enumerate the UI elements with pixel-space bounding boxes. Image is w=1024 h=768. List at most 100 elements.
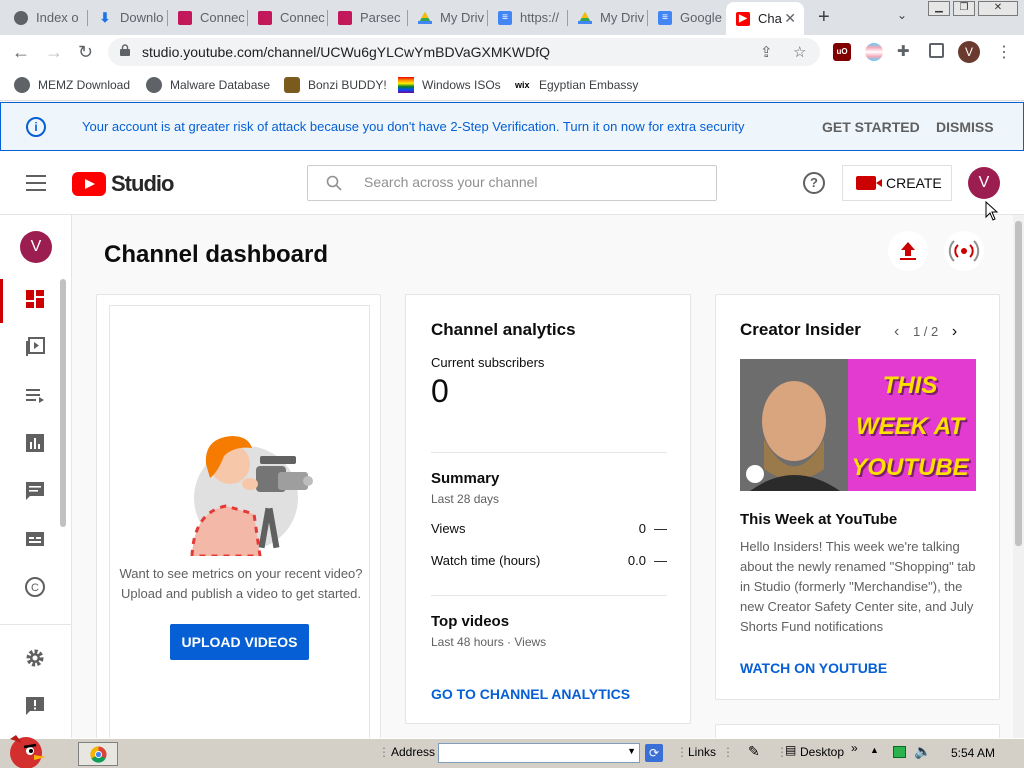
more-menu-icon[interactable]: ⋮: [996, 42, 1012, 62]
lock-icon: [120, 44, 130, 56]
globe-icon: [146, 77, 162, 93]
channel-avatar[interactable]: V: [20, 231, 52, 263]
bookmark-egyptian-embassy[interactable]: wix Egyptian Embassy: [515, 77, 638, 93]
copyright-icon[interactable]: C: [24, 576, 46, 598]
search-icon: [326, 175, 342, 191]
chevron-right-icon[interactable]: ›: [952, 323, 957, 340]
dashboard-icon[interactable]: [24, 288, 46, 310]
tab-label: Cha: [758, 11, 782, 26]
youtube-studio-logo[interactable]: Studio: [72, 171, 174, 197]
search-input[interactable]: [364, 174, 694, 190]
upload-video-inner: Want to see metrics on your recent video…: [109, 305, 370, 738]
watch-time-trend: —: [654, 553, 667, 568]
ublock-origin-icon[interactable]: uO: [833, 43, 851, 61]
pager-text: 1 / 2: [912, 324, 939, 339]
content-icon[interactable]: [24, 336, 46, 358]
scrollbar-thumb[interactable]: [1015, 221, 1022, 546]
browser-tab[interactable]: My Driv: [408, 4, 488, 31]
puzzle-extensions-icon[interactable]: ✚: [897, 43, 915, 61]
toolbar-grip: ⋮: [676, 745, 688, 759]
url-text[interactable]: studio.youtube.com/channel/UCWu6gYLCwYmB…: [142, 44, 550, 60]
main-scrollbar[interactable]: [1013, 215, 1024, 738]
go-refresh-icon[interactable]: ⟳: [645, 744, 663, 762]
notepad-icon[interactable]: ✎: [748, 743, 760, 760]
views-trend: —: [654, 521, 667, 536]
upload-button[interactable]: [888, 231, 928, 271]
sidebar-scrollbar[interactable]: [60, 279, 66, 527]
bookmark-bonzi-buddy[interactable]: Bonzi BUDDY!: [284, 77, 387, 93]
divider: [431, 595, 667, 596]
extension-flag-icon[interactable]: [865, 43, 883, 61]
go-to-channel-analytics-link[interactable]: GO TO CHANNEL ANALYTICS: [431, 686, 630, 702]
bookmark-malware-database[interactable]: Malware Database: [146, 77, 270, 93]
bookmarks-bar: MEMZ Download Malware Database Bonzi BUD…: [0, 69, 1024, 101]
get-started-button[interactable]: GET STARTED: [822, 119, 920, 135]
taskbar-clock[interactable]: 5:54 AM: [951, 746, 995, 760]
dismiss-button[interactable]: DISMISS: [936, 119, 994, 135]
profile-avatar[interactable]: V: [958, 41, 980, 63]
network-status-icon[interactable]: [893, 746, 906, 758]
go-live-button[interactable]: [944, 231, 984, 271]
article-title[interactable]: This Week at YouTube: [740, 511, 897, 528]
create-button[interactable]: CREATE: [842, 165, 952, 201]
new-tab-icon[interactable]: +: [818, 6, 830, 29]
bookmark-label: Bonzi BUDDY!: [308, 78, 387, 92]
dropdown-arrow-icon[interactable]: ▼: [627, 746, 636, 756]
browser-tab[interactable]: ≡ https://: [488, 4, 568, 31]
hamburger-menu-icon[interactable]: [26, 175, 46, 191]
browser-tab[interactable]: My Driv: [568, 4, 648, 31]
browser-tab-active[interactable]: ▶ Cha ✕: [726, 2, 804, 35]
browser-tab[interactable]: Index o: [4, 4, 88, 31]
restore-icon[interactable]: ❐: [953, 1, 975, 16]
help-icon[interactable]: ?: [803, 172, 825, 194]
browser-tab[interactable]: ⬇ Downlo: [88, 4, 168, 31]
tray-expand-icon[interactable]: ▲: [870, 745, 879, 755]
close-tab-icon[interactable]: ✕: [784, 10, 796, 27]
side-panel-icon[interactable]: [929, 43, 944, 58]
summary-period: Last 28 days: [431, 492, 500, 506]
subtitles-icon[interactable]: [24, 528, 46, 550]
share-icon[interactable]: ⇪: [760, 43, 773, 61]
browser-tab[interactable]: Connec: [248, 4, 328, 31]
quicklaunch-icon[interactable]: ▤: [785, 743, 796, 757]
bookmark-star-icon[interactable]: ☆: [793, 43, 806, 61]
playlists-icon[interactable]: [24, 384, 46, 406]
overflow-chevron-icon[interactable]: »: [851, 741, 858, 755]
chevron-left-icon[interactable]: ‹: [894, 323, 899, 340]
analytics-icon[interactable]: [24, 432, 46, 454]
browser-tab[interactable]: Parsec: [328, 4, 408, 31]
insider-video-thumbnail[interactable]: THIS WEEK AT YOUTUBE: [740, 359, 976, 491]
bookmark-label: MEMZ Download: [38, 78, 131, 92]
chrome-taskbar-button[interactable]: [78, 742, 118, 766]
volume-icon[interactable]: 🔈: [914, 743, 931, 760]
upload-videos-button[interactable]: UPLOAD VIDEOS: [170, 624, 309, 660]
bookmark-memz-download[interactable]: MEMZ Download: [14, 77, 130, 93]
left-sidebar: V C: [0, 215, 72, 738]
chevron-down-icon[interactable]: ⌄: [897, 8, 907, 22]
settings-icon[interactable]: [24, 647, 46, 669]
watch-on-youtube-link[interactable]: WATCH ON YOUTUBE: [740, 660, 887, 676]
tab-label: Connec: [200, 10, 245, 25]
forward-arrow-icon[interactable]: →: [45, 42, 63, 63]
banner-message: Your account is at greater risk of attac…: [82, 119, 745, 134]
divider: [431, 452, 667, 453]
channel-search[interactable]: [307, 165, 717, 201]
reload-icon[interactable]: ↻: [78, 42, 93, 63]
desktop-label[interactable]: Desktop: [800, 745, 844, 759]
subscribers-count: 0: [431, 373, 449, 409]
browser-tab[interactable]: Connec: [168, 4, 248, 31]
back-arrow-icon[interactable]: ←: [12, 42, 30, 63]
browser-tab[interactable]: ≡ Google: [648, 4, 728, 31]
create-label: CREATE: [886, 175, 942, 191]
close-window-icon[interactable]: ✕: [978, 1, 1018, 16]
feedback-icon[interactable]: [24, 695, 46, 717]
taskbar-address-field[interactable]: ▼: [438, 743, 640, 763]
google-docs-icon: ≡: [498, 10, 512, 25]
angry-bird-start-icon[interactable]: [2, 731, 48, 768]
account-avatar[interactable]: V: [968, 167, 1000, 199]
comments-icon[interactable]: [24, 480, 46, 502]
links-label[interactable]: Links: [688, 745, 716, 759]
bookmark-windows-isos[interactable]: Windows ISOs: [398, 77, 501, 93]
minimize-icon[interactable]: ▁: [928, 1, 950, 16]
address-bar[interactable]: studio.youtube.com/channel/UCWu6gYLCwYmB…: [108, 38, 820, 66]
